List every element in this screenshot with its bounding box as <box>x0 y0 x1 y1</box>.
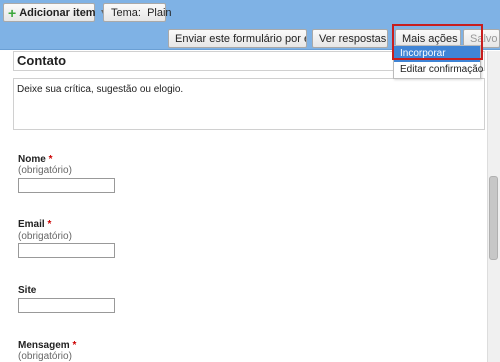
top-bar: + Adicionar item ▼ Tema: Plain <box>0 0 500 26</box>
question-help: (obrigatório) <box>18 231 72 242</box>
email-input[interactable] <box>18 243 115 258</box>
question-help: (obrigatório) <box>18 351 72 362</box>
add-item-button[interactable]: + Adicionar item ▼ <box>3 3 107 22</box>
form-title: Contato <box>17 53 67 68</box>
required-marker: * <box>47 219 52 230</box>
question-label-text: Email <box>18 219 45 230</box>
question-label-text: Nome <box>18 154 46 165</box>
question-label-nome: Nome * <box>18 154 52 165</box>
send-email-button[interactable]: Enviar este formulário por email <box>168 29 307 48</box>
question-label-text: Mensagem <box>18 340 70 351</box>
add-item-label: Adicionar item <box>19 6 96 19</box>
question-label-site: Site <box>18 285 36 296</box>
name-input[interactable] <box>18 178 115 193</box>
scrollbar-thumb[interactable] <box>489 176 498 260</box>
required-marker: * <box>48 154 53 165</box>
question-label-email: Email * <box>18 219 51 230</box>
plus-icon: + <box>8 4 17 21</box>
required-marker: * <box>72 340 77 351</box>
form-description: Deixe sua crítica, sugestão ou elogio. <box>17 84 184 95</box>
theme-label: Tema: Plain <box>111 6 172 19</box>
question-help: (obrigatório) <box>18 165 72 176</box>
question-label-text: Site <box>18 285 37 296</box>
site-input[interactable] <box>18 298 115 313</box>
view-responses-button[interactable]: Ver respostas ▼ <box>312 29 388 48</box>
question-label-mensagem: Mensagem * <box>18 340 76 351</box>
theme-button[interactable]: Tema: Plain <box>103 3 172 22</box>
menu-item-editar-confirmacao[interactable]: Editar confirmação <box>394 62 483 78</box>
send-email-label: Enviar este formulário por email <box>175 32 306 45</box>
form-description-field[interactable]: Deixe sua crítica, sugestão ou elogio. <box>13 78 485 130</box>
view-responses-label: Ver respostas <box>319 32 387 45</box>
highlight-box <box>392 24 483 60</box>
